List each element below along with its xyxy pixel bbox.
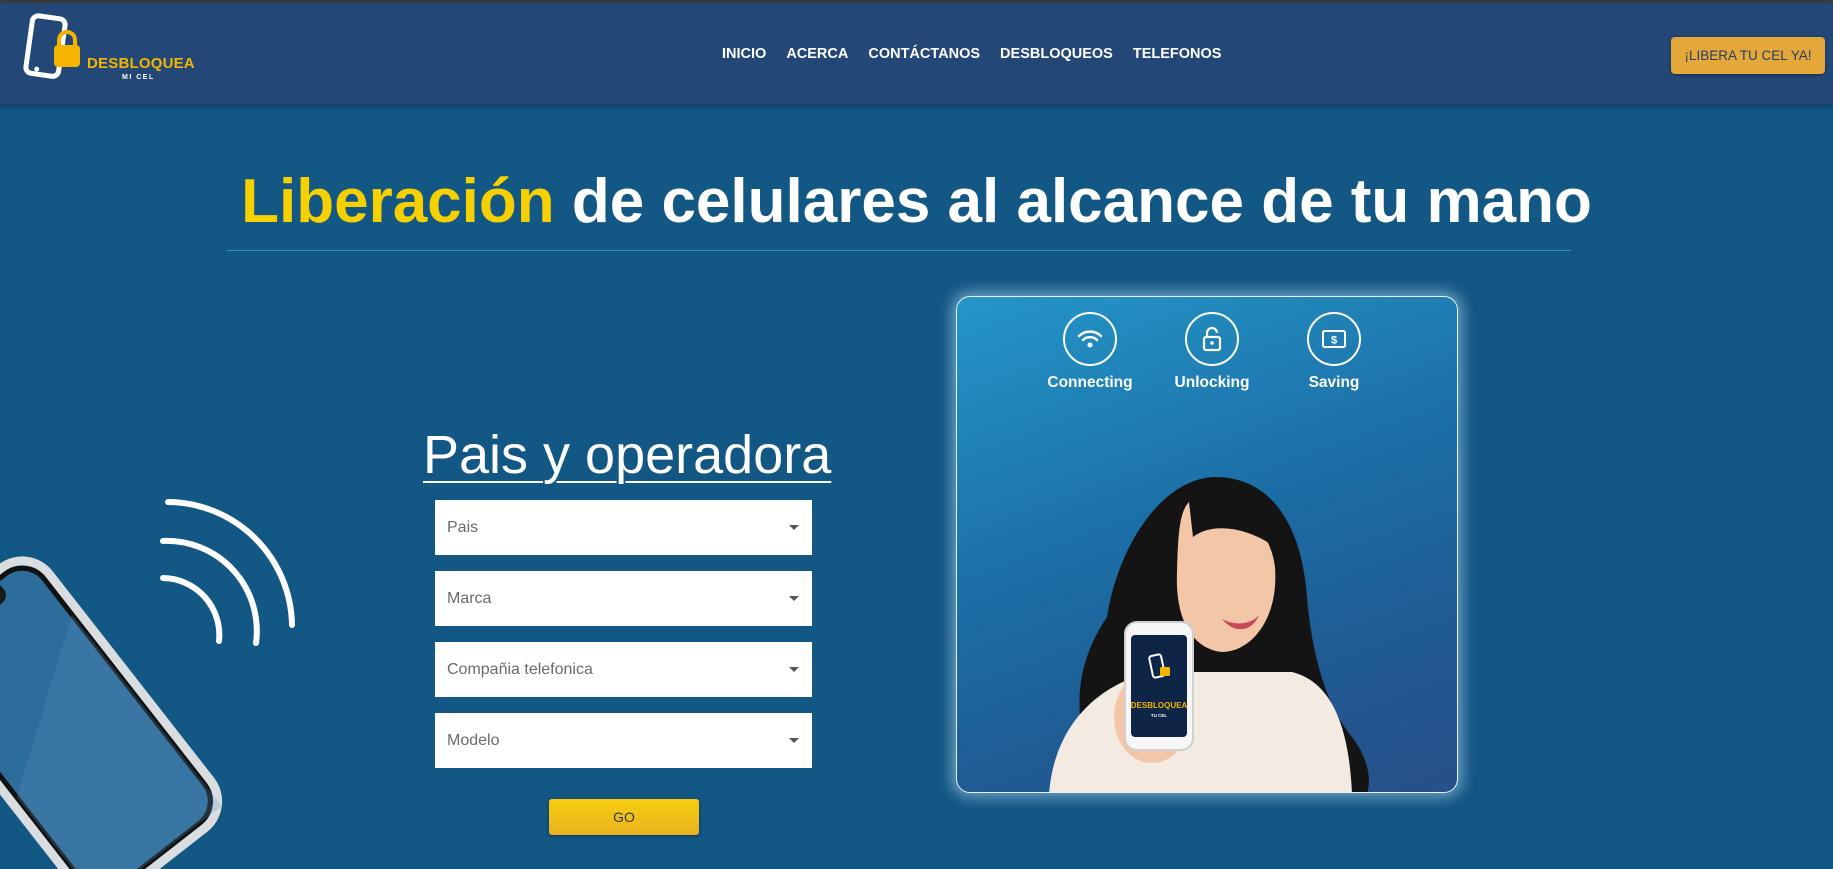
- phone-lock-logo-icon: [23, 13, 80, 79]
- nav-item-inicio[interactable]: INICIO: [712, 46, 776, 62]
- logo-name: DESBLOQUEA: [87, 55, 195, 72]
- go-button[interactable]: GO: [549, 799, 699, 835]
- phone-signal-illustration: [0, 499, 295, 869]
- compania-select[interactable]: Compañia telefonica: [435, 642, 812, 697]
- phone-screen-logo-tagline: TU CEL: [1151, 713, 1168, 718]
- modelo-select-placeholder: Modelo: [447, 731, 500, 749]
- marca-select[interactable]: Marca: [435, 571, 812, 626]
- chevron-down-icon: [789, 667, 799, 672]
- libera-cta-button[interactable]: ¡LIBERA TU CEL YA!: [1671, 37, 1825, 74]
- hero-title-highlight: Liberación: [241, 167, 555, 236]
- pais-select[interactable]: Pais: [435, 500, 812, 555]
- form-title: Pais y operadora: [423, 425, 832, 485]
- chevron-down-icon: [789, 525, 799, 530]
- hero-divider: [227, 250, 1571, 251]
- logo-tagline: MI CEL: [122, 74, 155, 81]
- nav-item-desbloqueos[interactable]: DESBLOQUEOS: [990, 46, 1123, 62]
- signal-waves-icon: [160, 499, 295, 646]
- nav-item-telefonos[interactable]: TELEFONOS: [1123, 46, 1232, 62]
- site-header: DESBLOQUEA MI CEL INICIO ACERCA CONTÁCTA…: [0, 3, 1833, 104]
- compania-select-placeholder: Compañia telefonica: [447, 660, 593, 678]
- modelo-select[interactable]: Modelo: [435, 713, 812, 768]
- main-nav: INICIO ACERCA CONTÁCTANOS DESBLOQUEOS TE…: [712, 46, 1231, 62]
- promo-card: Connecting Unlocking $ Saving DESBLOQUEA…: [956, 296, 1458, 793]
- nav-item-contactanos[interactable]: CONTÁCTANOS: [858, 46, 990, 62]
- site-logo[interactable]: DESBLOQUEA MI CEL: [20, 13, 205, 91]
- nav-item-acerca[interactable]: ACERCA: [776, 46, 858, 62]
- hero-title: Liberación de celulares al alcance de tu…: [0, 166, 1833, 237]
- smartphone-icon: [0, 556, 223, 869]
- chevron-down-icon: [789, 596, 799, 601]
- pais-select-placeholder: Pais: [447, 518, 479, 536]
- phone-screen-logo-name: DESBLOQUEA: [1131, 701, 1188, 710]
- woman-holding-phone-image: DESBLOQUEA TU CEL: [1049, 476, 1369, 792]
- hero-title-rest: de celulares al alcance de tu mano: [554, 167, 1592, 236]
- chevron-down-icon: [789, 738, 799, 743]
- marca-select-placeholder: Marca: [447, 589, 492, 607]
